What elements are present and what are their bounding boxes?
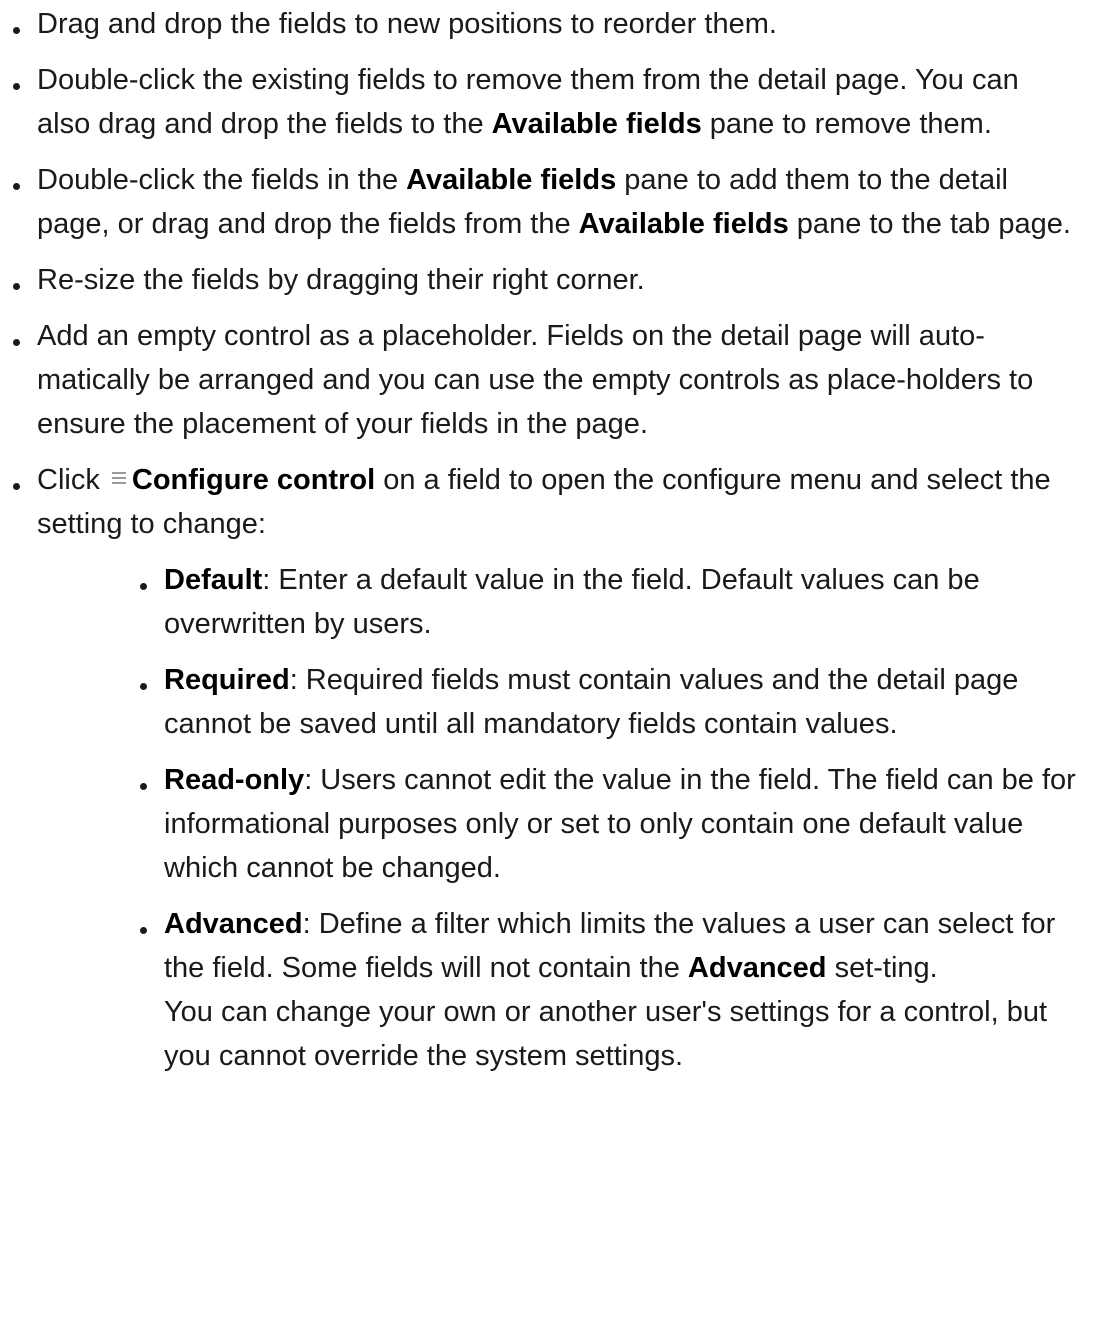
list-item-text: Drag and drop the fields to new position… — [37, 8, 777, 40]
setting-term: Default — [164, 564, 263, 596]
setting-item-default: Default: Enter a default value in the fi… — [140, 558, 1078, 646]
available-fields-term: Available fields — [491, 108, 702, 140]
setting-item-required: Required: Required fields must contain v… — [140, 658, 1078, 746]
list-item-add: Double-click the fields in the Available… — [13, 158, 1078, 246]
list-item-text: Click — [37, 464, 108, 496]
setting-item-readonly: Read-only: Users cannot edit the value i… — [140, 758, 1078, 890]
available-fields-term: Available fields — [406, 164, 617, 196]
setting-term: Required — [164, 664, 290, 696]
setting-term: Read-only — [164, 764, 305, 796]
list-item-reorder: Drag and drop the fields to new position… — [13, 2, 1078, 46]
list-item-text: pane to the tab page. — [788, 208, 1071, 240]
list-item-placeholder: Add an empty control as a placeholder. F… — [13, 314, 1078, 446]
list-item-text: Add an empty control as a placeholder. F… — [37, 320, 1034, 440]
setting-description: set-ting. — [826, 952, 938, 984]
document-page: Drag and drop the fields to new position… — [0, 0, 1095, 1342]
list-item-text: pane to remove them. — [701, 108, 992, 140]
list-item-text: Re-size the fields by dragging their rig… — [37, 264, 645, 296]
setting-item-advanced: Advanced: Define a filter which limits t… — [140, 902, 1078, 1078]
configure-control-term: Configure control — [131, 464, 376, 496]
list-item-resize: Re-size the fields by dragging their rig… — [13, 258, 1078, 302]
list-item-configure: Click Configure control on a field to op… — [13, 458, 1078, 1078]
setting-description: : Required fields must contain values an… — [164, 664, 1019, 740]
list-item-text: Double-click the fields in the — [37, 164, 407, 196]
settings-note: You can change your own or another user'… — [164, 996, 1048, 1072]
instruction-list: Drag and drop the fields to new position… — [0, 2, 1078, 1090]
setting-term: Advanced — [164, 908, 303, 940]
menu-lines-icon — [111, 471, 126, 485]
setting-description: : Enter a default value in the field. De… — [164, 564, 980, 640]
list-item-remove: Double-click the existing fields to remo… — [13, 58, 1078, 146]
available-fields-term: Available fields — [578, 208, 789, 240]
settings-list: Default: Enter a default value in the fi… — [37, 558, 1078, 1078]
advanced-term: Advanced — [687, 952, 827, 984]
